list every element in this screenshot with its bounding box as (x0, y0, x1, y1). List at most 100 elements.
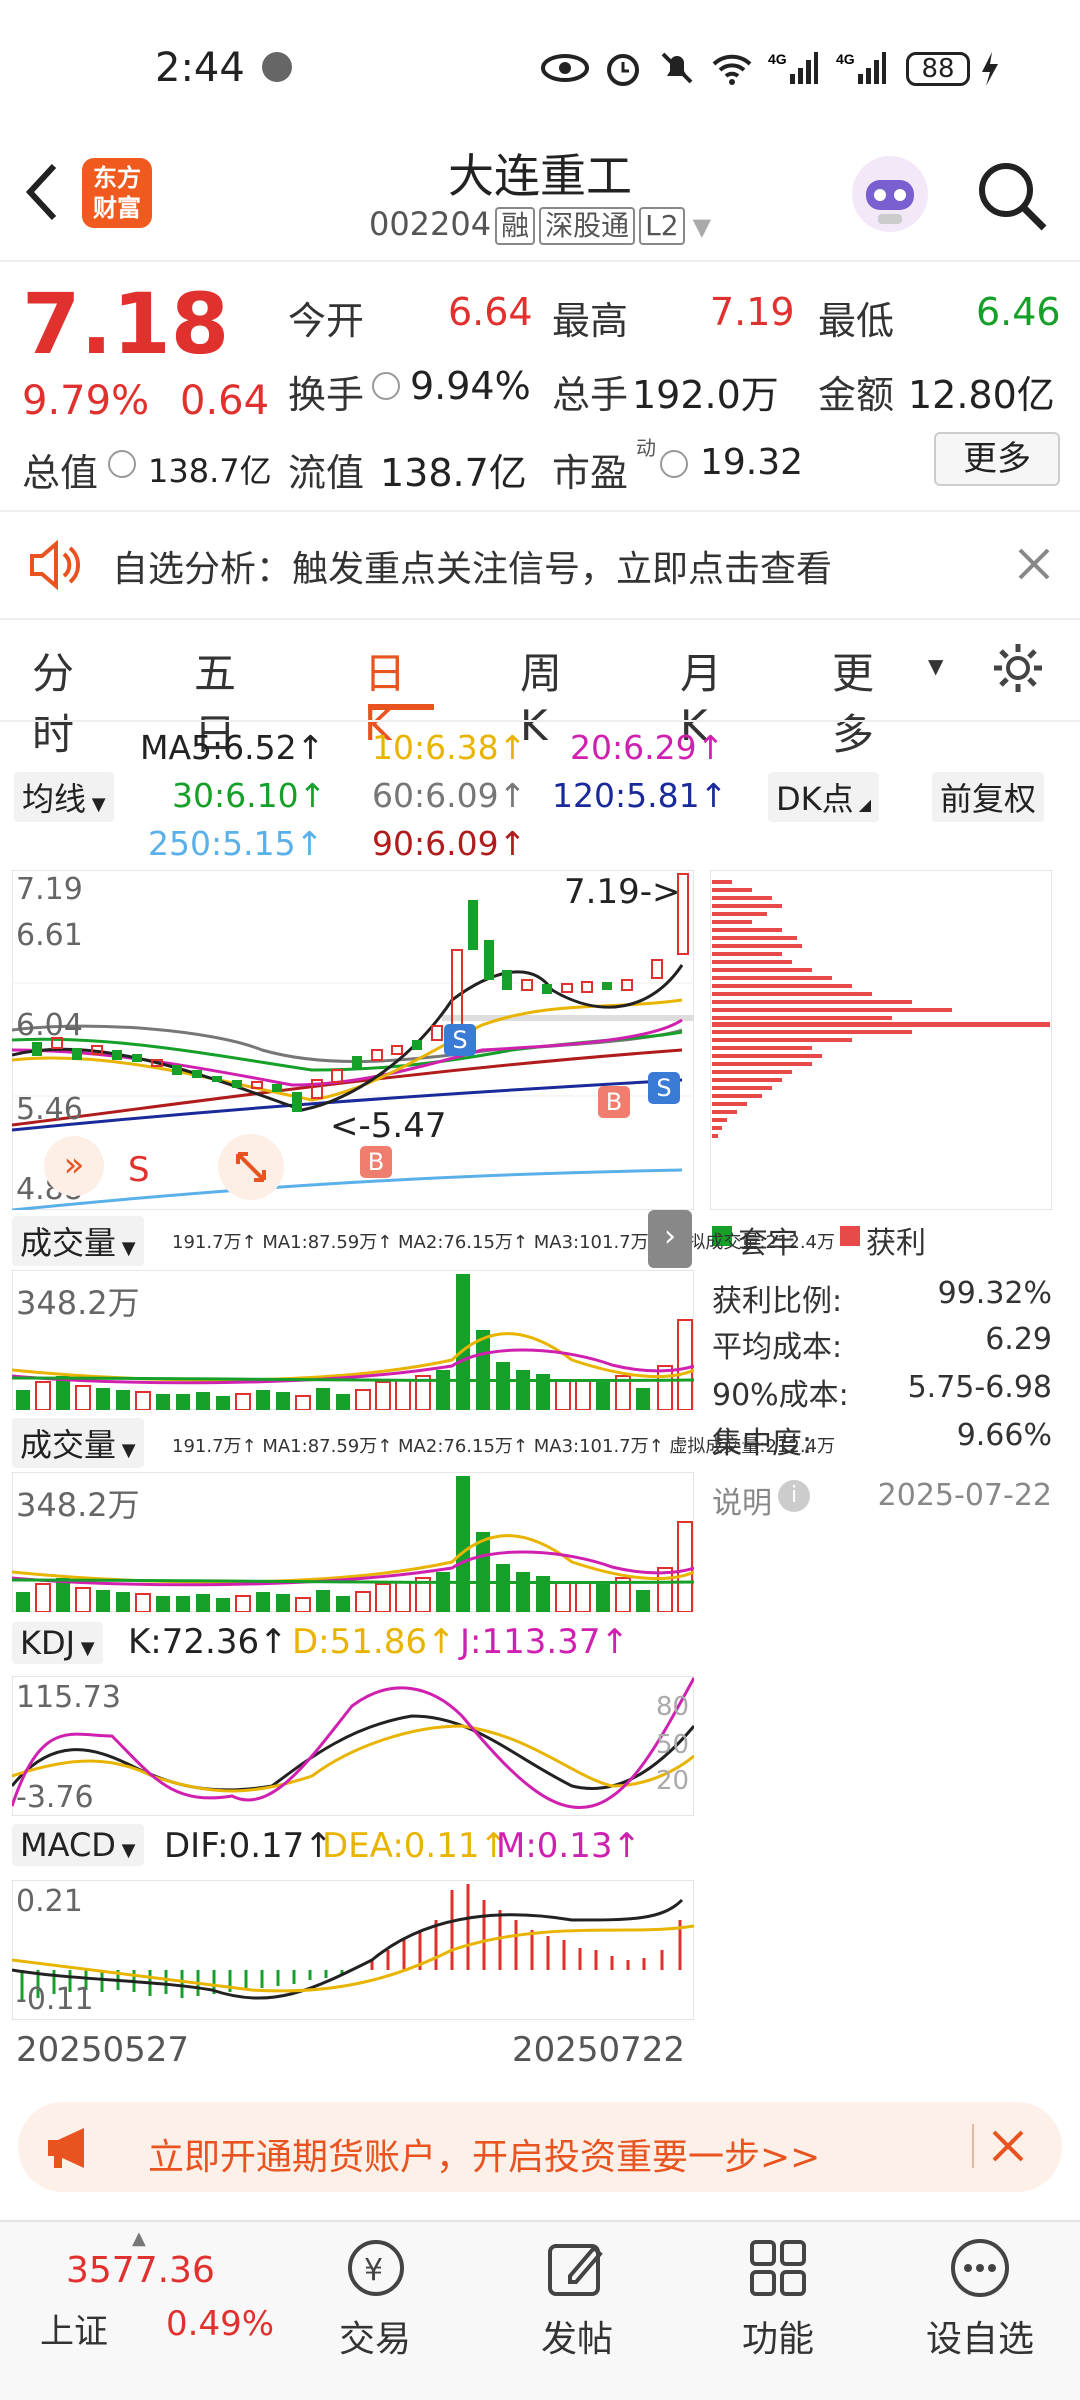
ma5-label: MA5:6.52↑ (140, 728, 325, 767)
caret-down-icon: ▼ (75, 1638, 95, 1659)
ma10-label: 10:6.38↑ (372, 728, 527, 767)
volume-selector-2[interactable]: 成交量 ▼ (12, 1418, 144, 1468)
volume-max: 348.2万 (16, 1284, 140, 1322)
turnover-label: 换手 (288, 373, 365, 417)
chip-distribution-chart[interactable] (710, 870, 1052, 1210)
sell-marker[interactable]: S (648, 1072, 680, 1104)
volume-value: 192.0万 (632, 373, 779, 417)
index-name[interactable]: 上证 (40, 2304, 108, 2353)
tag-level2: L2 (639, 207, 685, 245)
mktcap-value: 138.7亿 (148, 452, 272, 490)
adjust-selector[interactable]: 前复权 (932, 772, 1045, 822)
chip-value-avg-cost: 6.29 (985, 1322, 1052, 1357)
float-label: 流值 (288, 451, 365, 495)
macd-chart[interactable] (12, 1880, 694, 2020)
svg-text:4G: 4G (768, 51, 787, 67)
turnover-value: 9.94% (410, 364, 531, 408)
ad-close-icon[interactable] (990, 2128, 1026, 2164)
caret-down-icon: ▼ (86, 794, 106, 815)
info-icon[interactable]: i (778, 1480, 810, 1512)
kdj-selector[interactable]: KDJ ▼ (12, 1622, 103, 1664)
wifi-icon (712, 54, 752, 85)
caret-down-icon: ▼ (115, 1840, 136, 1861)
ad-divider (972, 2124, 974, 2168)
buy-marker[interactable]: B (598, 1086, 630, 1118)
search-icon[interactable] (976, 160, 1048, 232)
float-value: 138.7亿 (380, 451, 527, 495)
macd-dif: DIF:0.17↑ (164, 1826, 333, 1866)
status-time: 2:44 (155, 45, 245, 91)
volume-legend: 191.7万↑ MA1:87.59万↑ MA2:76.15万↑ MA3:101.… (172, 1232, 836, 1253)
kline-chart[interactable] (12, 870, 694, 1210)
pe-label: 市盈 (552, 451, 629, 495)
volume-selector-label: 成交量 (20, 1426, 117, 1464)
robot-assistant-icon[interactable] (848, 152, 932, 236)
more-dots-icon[interactable] (948, 2236, 1012, 2300)
volume-selector-label: 成交量 (20, 1224, 117, 1262)
trade-icon[interactable]: ¥ (340, 2236, 410, 2300)
ma-selector-label: 均线 (22, 780, 87, 818)
kline-y4: 5.46 (16, 1092, 83, 1127)
ma20-label: 20:6.29↑ (570, 728, 725, 767)
kline-y3: 6.04 (16, 1008, 83, 1043)
caret-down-icon: ▼ (116, 1238, 136, 1259)
buy-marker[interactable]: B (360, 1146, 392, 1178)
amount-label: 金额 (818, 373, 895, 417)
info-icon[interactable] (372, 372, 400, 400)
macd-selector[interactable]: MACD ▼ (12, 1824, 144, 1866)
more-button[interactable]: 更多 (934, 432, 1060, 486)
kdj-top: 115.73 (16, 1680, 121, 1715)
alarm-icon (607, 54, 639, 86)
gear-icon[interactable] (990, 640, 1046, 696)
ad-text: 立即开通期货账户，开启投资重要一步>> (148, 2137, 821, 2178)
tab-more-caret-icon: ▼ (928, 654, 944, 678)
tab-more[interactable]: 更多 (832, 640, 874, 762)
caret-down-icon: ▼ (116, 1440, 136, 1461)
post-icon[interactable] (544, 2236, 608, 2300)
chip-date: 2025-07-22 (877, 1478, 1052, 1513)
sell-marker[interactable]: S (444, 1024, 476, 1056)
kdj-level-20: 20 (656, 1766, 690, 1796)
s-signal-label: S (128, 1150, 150, 1190)
index-value[interactable]: 3577.36 (66, 2250, 215, 2291)
chip-value-profit-ratio: 99.32% (937, 1276, 1052, 1311)
mute-icon (661, 52, 693, 84)
chip-value-concentration: 9.66% (956, 1418, 1052, 1453)
dk-point-selector[interactable]: DK点 ◢ (768, 772, 880, 822)
tab-intraday[interactable]: 分时 (32, 640, 74, 762)
fullscreen-icon[interactable] (218, 1134, 284, 1200)
chip-note-label[interactable]: 说明 (712, 1478, 772, 1522)
kdj-level-50: 50 (656, 1730, 690, 1760)
info-icon[interactable] (108, 450, 136, 478)
kdj-level-80: 80 (656, 1692, 690, 1722)
date-end: 20250722 (512, 2030, 686, 2070)
panel-expand-icon[interactable]: › (648, 1210, 692, 1268)
date-start: 20250527 (16, 2030, 190, 2070)
ma250-label: 250:5.15↑ (148, 824, 324, 863)
signal-4g-icon: 4G (768, 51, 818, 84)
low-value: 6.46 (976, 290, 1061, 334)
pe-sup: 动 (636, 436, 656, 460)
nav-add-watchlist[interactable]: 设自选 (910, 2310, 1050, 2362)
functions-icon[interactable] (746, 2236, 810, 2300)
nav-trade[interactable]: 交易 (305, 2310, 445, 2362)
tag-shenzhen-connect: 深股通 (539, 207, 636, 245)
tab-weekly-k[interactable]: 周K (520, 640, 562, 750)
volume-selector[interactable]: 成交量 ▼ (12, 1216, 144, 1266)
caret-down-icon: ▼ (692, 213, 712, 241)
amount-value: 12.80亿 (908, 373, 1055, 417)
kdj-d: D:51.86↑ (292, 1622, 456, 1662)
profit-legend-swatch (840, 1226, 860, 1246)
expand-left-icon[interactable]: » (44, 1136, 104, 1196)
macd-selector-label: MACD (20, 1826, 116, 1864)
chip-label-avg-cost: 平均成本: (712, 1330, 843, 1365)
nav-functions[interactable]: 功能 (708, 2310, 848, 2362)
app-notification-icon (262, 52, 292, 82)
ma-selector[interactable]: 均线 ▼ (14, 772, 114, 822)
megaphone-icon (48, 2128, 84, 2168)
close-icon[interactable] (1016, 546, 1052, 582)
nav-post[interactable]: 发帖 (507, 2310, 647, 2362)
charging-icon (982, 52, 998, 86)
change-amount: 0.64 (180, 378, 270, 424)
info-icon[interactable] (660, 450, 688, 478)
